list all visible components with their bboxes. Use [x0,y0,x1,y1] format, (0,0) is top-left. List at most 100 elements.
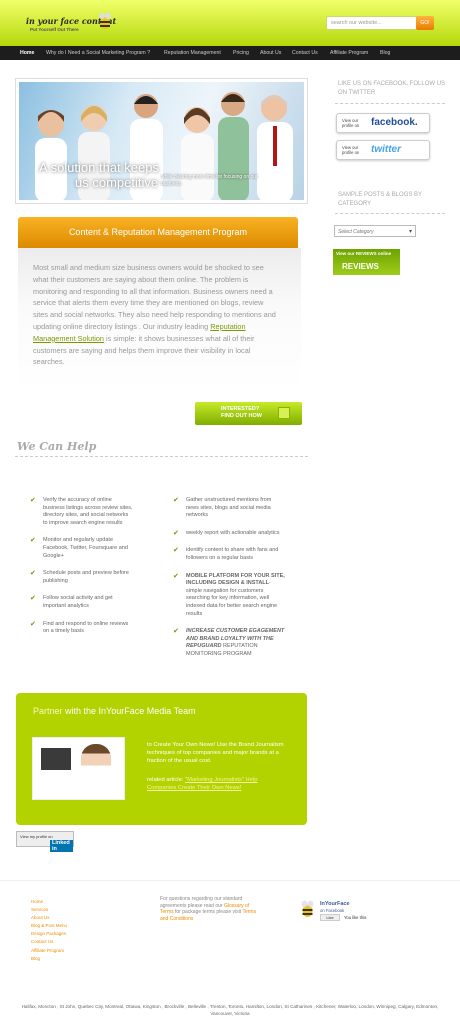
program-description: Most small and medium size business owne… [33,262,278,368]
hero-headline-line2: us competitive [75,175,159,190]
footer-note-part2: for package terms please visit [173,909,243,915]
help-item: ✔ Gather unstructured mentions from news … [173,497,285,520]
search-go-button[interactable]: GO! [416,16,434,30]
nav-item-contact-us[interactable]: Contact Us [292,46,318,60]
partner-description: to Create Your Own News! Use the Brand J… [147,742,284,765]
site-logo[interactable]: in your face content Put Yourself Out Th… [22,10,117,36]
footer-divider [0,880,460,881]
partner-title: Partner with the InYourFace Media Team [33,706,196,716]
reviews-big-label: REVIEWS [342,262,379,271]
program-title-banner: Content & Reputation Management Program [18,217,298,248]
footer-links: Home Services About Us Blog & Post Menu … [31,898,67,963]
facebook-like-box: InYourFace on Facebook Like You like thi… [300,898,380,926]
hero-headline-line1: A solution that keeps [39,160,159,175]
facebook-pre-label: View our profile on [342,118,360,128]
help-item: ✔ INCREASE CUSTOMER EGAGEMENT AND BRAND L… [173,628,285,658]
linkedin-label: View my profile on [20,834,53,839]
footer-link-design-packages[interactable]: Design Packages [31,930,67,938]
category-select[interactable]: Select Category [334,225,416,237]
linkedin-logo: Linked in [50,840,73,852]
help-item-text: Monitor and regularly update Facebook, T… [43,537,128,559]
fb-like-button[interactable]: Like [320,914,340,921]
help-item: ✔ Follow social activity and get importan… [30,595,133,610]
sidebar-samples-title: SAMPLE POSTS & BLOGS BY CATEGORY [338,192,422,207]
bee-icon [99,12,111,29]
footer-link-home[interactable]: Home [31,898,67,906]
partner-title-prefix: Partner [33,706,63,716]
monitor-illustration [41,748,71,770]
help-item: ✔ Verify the accuracy of online business … [30,497,133,527]
sidebar-divider [335,213,445,214]
nav-item-about-us[interactable]: About Us [260,46,281,60]
related-article: related article: "Marketing Journalists"… [147,776,287,792]
check-icon: ✔ [173,572,179,580]
check-icon: ✔ [173,497,179,504]
nav-item-affiliate-program[interactable]: Affiliate Program [330,46,368,60]
twitter-logo: twitter [371,144,401,155]
program-text-part1: Most small and medium size business owne… [33,263,276,331]
check-icon: ✔ [30,537,36,545]
bee-icon [301,900,314,917]
fb-brand-name[interactable]: InYourFace [320,901,350,907]
footer-note: For questions regarding our standard agr… [160,896,260,922]
we-can-help-heading: We Can Help [17,440,97,453]
fb-likes-text: You like this. [344,915,368,920]
help-item-text: weekly report with actionable analytics [186,529,280,536]
main-nav: Home Why do I Need a Social Marketing Pr… [0,46,460,60]
help-list-left: ✔ Verify the accuracy of online business … [30,497,133,636]
help-item: ✔ Monitor and regularly update Facebook, … [30,537,133,560]
help-item: ✔ weekly report with actionable analytics [173,530,285,538]
facebook-logo: facebook. [371,117,418,128]
footer-link-about[interactable]: About Us [31,914,67,922]
reviews-top-label: View our REVIEWS online [336,251,392,256]
facebook-profile-button[interactable]: View our profile on facebook. [336,113,430,133]
help-list-right: ✔ Gather unstructured mentions from news … [173,497,285,659]
footer-link-blog-post-menu[interactable]: Blog & Post Menu [31,922,67,930]
footer-link-services[interactable]: Services [31,906,67,914]
sidebar-divider [335,103,445,104]
nav-item-reputation-management[interactable]: Reputation Management [164,46,221,60]
fb-on-label: on Facebook [320,908,345,913]
nav-item-why-social-marketing[interactable]: Why do I Need a Social Marketing Program… [46,46,150,60]
hero-banner: A solution that keeps us competitive whi… [15,78,308,204]
check-icon: ✔ [30,620,36,628]
check-icon: ✔ [30,595,36,603]
help-item: ✔ identify content to share with fans and… [173,547,285,562]
twitter-pre-label: View our profile on [342,145,360,155]
check-icon: ✔ [173,529,179,537]
footer-link-affiliate[interactable]: Affiliate Program [31,947,67,955]
hero-image: A solution that keeps us competitive whi… [19,82,304,200]
site-header: in your face content Put Yourself Out Th… [0,0,460,46]
nav-item-pricing[interactable]: Pricing [233,46,249,60]
help-item-text: Follow social activity and get important… [43,595,113,609]
help-item-text: Schedule posts and preview before publis… [43,570,129,584]
twitter-profile-button[interactable]: View our profile on twitter [336,140,430,160]
check-icon: ✔ [173,547,179,555]
help-item-text: Verify the accuracy of online business l… [43,497,133,526]
help-item: ✔ Schedule posts and preview before publi… [30,570,133,585]
help-item-text: Find and respond to online reviews on a … [43,620,129,635]
sidebar-like-title: LIKE US ON FACEBOOK, FOLLOW US ON TWITTE… [338,81,446,96]
help-item: ✔ Find and respond to online reviews on a… [30,621,133,636]
nav-item-blog[interactable]: Blog [380,46,390,60]
footer-link-contact[interactable]: Contact Us [31,938,67,946]
search-input[interactable]: search our website... [326,16,418,30]
check-icon: ✔ [30,497,36,504]
check-icon: ✔ [30,570,36,578]
cta-cube-icon [278,407,290,419]
partner-photo [32,737,125,800]
find-out-how-button[interactable]: INTERESTED? FIND OUT HOW [195,402,302,425]
linkedin-profile-button[interactable]: View my profile on Linked in [16,831,74,852]
logo-tagline: Put Yourself Out There [30,27,79,32]
reviews-badge[interactable]: View our REVIEWS online REVIEWS [333,249,400,275]
footer-cities: Halifax, Moncton , St John, Quebec City,… [21,1004,439,1016]
nav-item-home[interactable]: Home [20,46,34,60]
footer-link-blog[interactable]: Blog [31,955,67,963]
related-label: related article: [147,777,186,783]
help-item-text: identify content to share with fans and … [186,547,279,561]
check-icon: ✔ [173,628,179,636]
person-illustration [81,744,111,792]
help-item: ✔ MOBILE PLATFORM FOR YOUR SITE, INCLUDIN… [173,573,285,619]
partner-title-rest: with the InYourFace Media Team [62,706,196,716]
help-item-text: Gather unstructured mentions from news s… [186,497,272,519]
